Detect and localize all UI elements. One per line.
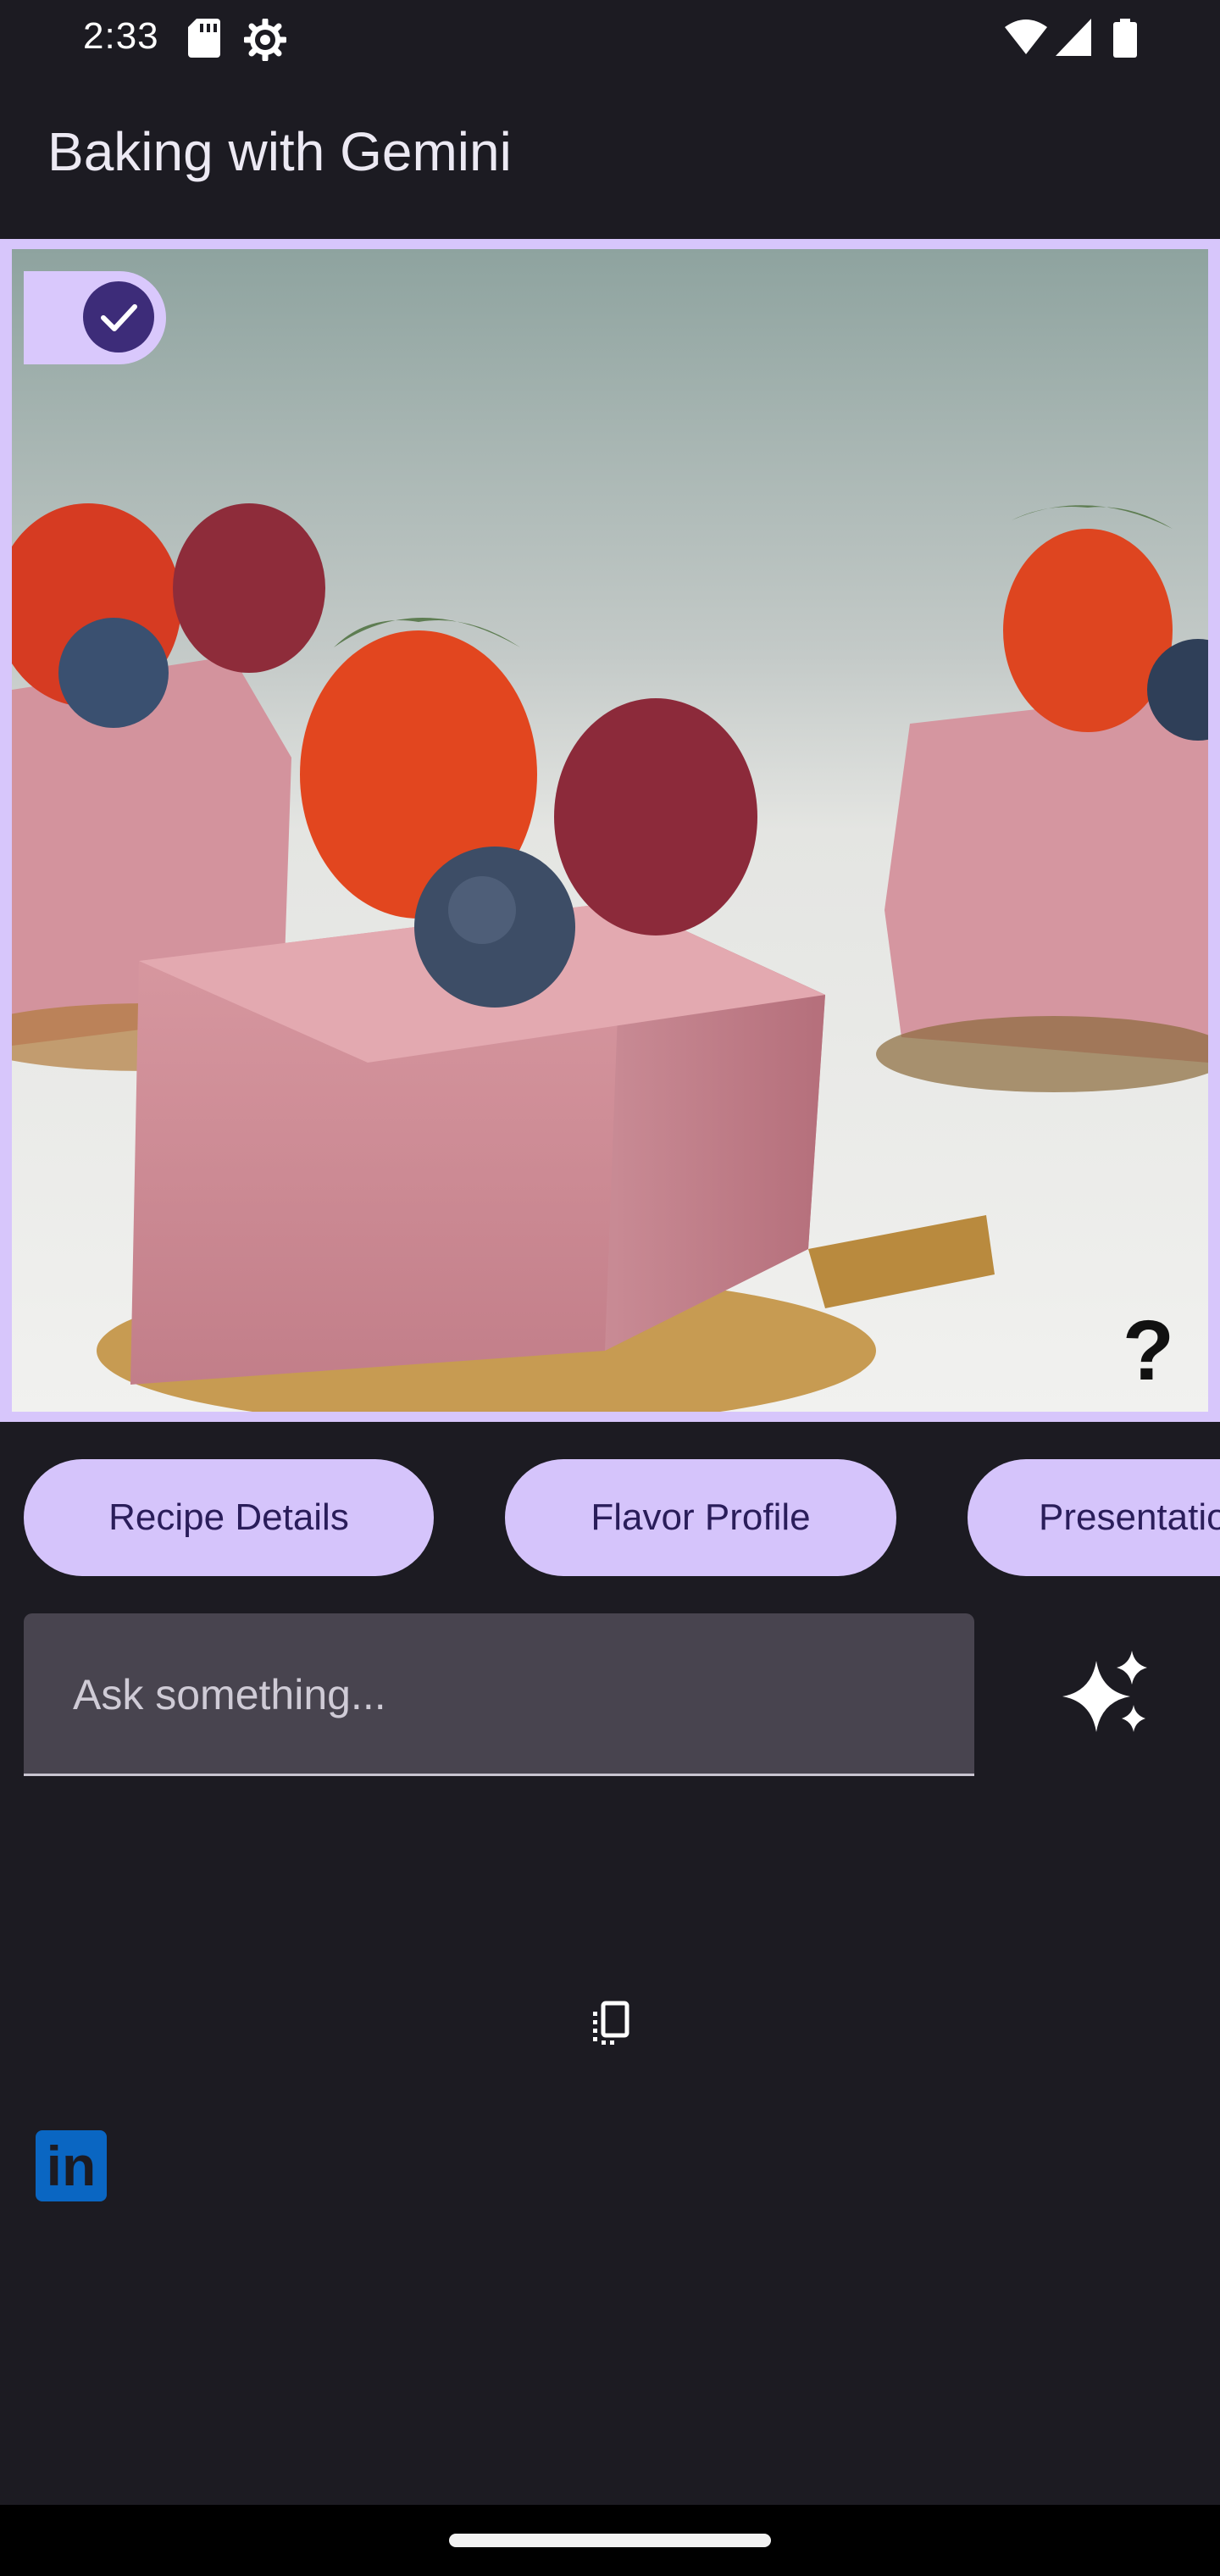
app-bar: Baking with Gemini	[0, 76, 1220, 237]
selected-image-card[interactable]: ?	[0, 239, 1220, 1422]
dessert-image: ?	[12, 249, 1208, 1412]
chip-flavor-profile[interactable]: Flavor Profile	[505, 1459, 896, 1576]
help-question-icon[interactable]: ?	[1123, 1308, 1174, 1393]
selection-toggle[interactable]	[24, 271, 166, 364]
chip-presentation[interactable]: Presentation	[968, 1459, 1220, 1576]
battery-icon	[1113, 19, 1137, 58]
prompt-input[interactable]	[71, 1613, 922, 1776]
system-navigation-bar	[0, 2505, 1220, 2576]
dessert-photo-illustration	[12, 249, 1208, 1412]
home-gesture-handle[interactable]	[449, 2534, 771, 2547]
settings-gear-icon	[244, 19, 286, 61]
sparkle-send-icon[interactable]	[1059, 1649, 1152, 1742]
prompt-input-container[interactable]	[24, 1613, 974, 1776]
checkmark-icon	[101, 304, 137, 331]
selected-check-badge	[83, 281, 154, 353]
copy-icon[interactable]	[586, 2000, 634, 2047]
cell-signal-icon	[1056, 19, 1091, 56]
status-time: 2:33	[83, 15, 159, 57]
suggestion-chip-row: Recipe Details Flavor Profile Presentati…	[0, 1459, 1220, 1578]
wifi-icon	[1005, 19, 1047, 54]
status-bar: 2:33	[0, 0, 1220, 76]
chip-recipe-details[interactable]: Recipe Details	[24, 1459, 434, 1576]
app-title: Baking with Gemini	[47, 121, 512, 182]
sd-card-icon	[188, 19, 220, 58]
linkedin-icon[interactable]: in	[36, 2130, 107, 2201]
